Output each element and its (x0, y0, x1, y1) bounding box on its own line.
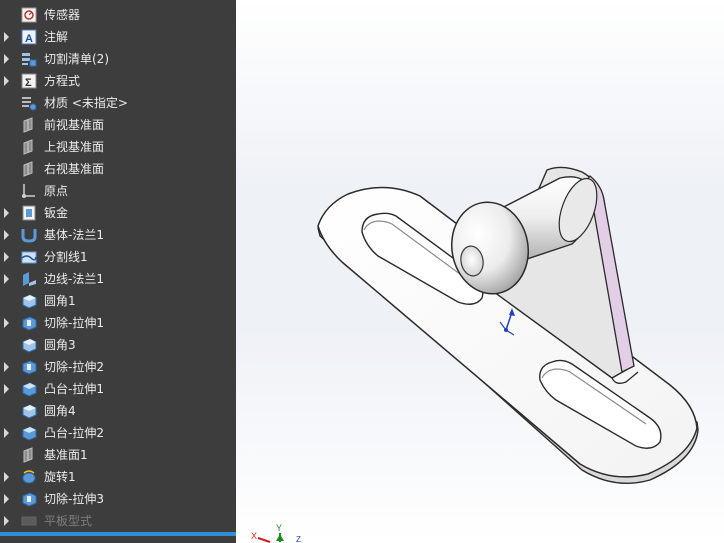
expand-arrow-icon[interactable] (4, 252, 9, 262)
expand-arrow-icon[interactable] (4, 274, 9, 284)
tree-item-3[interactable]: 切割清单(2) (0, 48, 236, 70)
cut-list-icon (21, 51, 37, 67)
tree-item-label: 传感器 (44, 8, 81, 22)
expand-arrow-icon[interactable] (4, 428, 9, 438)
sheet-metal-icon (21, 205, 37, 221)
tree-item-21[interactable]: 基准面1 (0, 444, 236, 466)
fillet-icon (21, 403, 37, 419)
tree-item-13[interactable]: 边线-法兰1 (0, 268, 236, 290)
cut-extrude-icon (21, 359, 37, 375)
fillet-icon (21, 337, 37, 353)
sensor-icon (21, 7, 37, 23)
sheet-metal-part-model[interactable] (236, 0, 724, 543)
tree-item-label: 切除-拉伸1 (44, 316, 104, 330)
cut-extrude-icon (21, 491, 37, 507)
tree-item-19[interactable]: 圆角4 (0, 400, 236, 422)
tree-item-label: 上视基准面 (44, 140, 105, 154)
tree-item-18[interactable]: 凸台-拉伸1 (0, 378, 236, 400)
base-flange-icon (21, 227, 37, 243)
tree-item-24[interactable]: 平板型式 (0, 510, 236, 532)
tree-item-label: 材质 <未指定> (44, 96, 128, 110)
flat-pattern-icon (21, 513, 37, 529)
expand-arrow-icon[interactable] (4, 494, 9, 504)
tree-item-12[interactable]: 分割线1 (0, 246, 236, 268)
tree-item-15[interactable]: 切除-拉伸1 (0, 312, 236, 334)
expand-arrow-icon[interactable] (4, 318, 9, 328)
plane-icon (21, 447, 37, 463)
tree-item-label: 圆角3 (44, 338, 76, 352)
equation-icon: Σ (21, 73, 37, 89)
view-triad[interactable]: X Y Z (250, 522, 310, 543)
tree-item-label: 原点 (44, 184, 69, 198)
tree-item-label: 切除-拉伸2 (44, 360, 104, 374)
cut-extrude-icon (21, 315, 37, 331)
material-icon (21, 95, 37, 111)
tree-item-label: 基体-法兰1 (44, 228, 104, 242)
triad-y-label: Y (276, 523, 282, 533)
plane-icon (21, 139, 37, 155)
expand-arrow-icon[interactable] (4, 230, 9, 240)
plane-icon (21, 161, 37, 177)
expand-arrow-icon[interactable] (4, 362, 9, 372)
svg-text:Σ: Σ (25, 77, 32, 89)
tree-item-label: 钣金 (44, 206, 69, 220)
expand-arrow-icon[interactable] (4, 54, 9, 64)
expand-arrow-icon[interactable] (4, 76, 9, 86)
expand-arrow-icon[interactable] (4, 384, 9, 394)
tree-scroll-indicator[interactable] (0, 532, 236, 536)
svg-text:A: A (25, 33, 33, 45)
tree-item-11[interactable]: 基体-法兰1 (0, 224, 236, 246)
tree-item-label: 凸台-拉伸2 (44, 426, 104, 440)
graphics-viewport[interactable]: X Y Z (236, 0, 724, 543)
tree-item-label: 分割线1 (44, 250, 88, 264)
tree-item-label: 方程式 (44, 74, 81, 88)
tree-item-23[interactable]: 切除-拉伸3 (0, 488, 236, 510)
fillet-icon (21, 293, 37, 309)
split-line-icon (21, 249, 37, 265)
tree-item-10[interactable]: 钣金 (0, 202, 236, 224)
tree-item-7[interactable]: 上视基准面 (0, 136, 236, 158)
expand-arrow-icon[interactable] (4, 208, 9, 218)
tree-item-label: 注解 (44, 30, 69, 44)
annotation-icon: A (21, 29, 37, 45)
origin-icon (21, 183, 37, 199)
tree-item-22[interactable]: 旋转1 (0, 466, 236, 488)
tree-item-label: 切除-拉伸3 (44, 492, 104, 506)
expand-arrow-icon[interactable] (4, 472, 9, 482)
feature-manager-tree: 传感器 A 注解切割清单(2) Σ 方程式材质 <未指定> 前视基准面上视基准面右视基准面… (0, 0, 236, 543)
tree-item-1[interactable]: 传感器 (0, 4, 236, 26)
tree-item-label: 右视基准面 (44, 162, 105, 176)
tree-item-9[interactable]: 原点 (0, 180, 236, 202)
tree-item-16[interactable]: 圆角3 (0, 334, 236, 356)
tree-item-label: 圆角1 (44, 294, 76, 308)
tree-item-label: 边线-法兰1 (44, 272, 104, 286)
tree-item-label: 切割清单(2) (44, 52, 109, 66)
tree-item-8[interactable]: 右视基准面 (0, 158, 236, 180)
tree-item-label: 前视基准面 (44, 118, 105, 132)
tree-item-14[interactable]: 圆角1 (0, 290, 236, 312)
triad-z-label: Z (296, 535, 301, 543)
expand-arrow-icon[interactable] (4, 32, 9, 42)
boss-extrude-icon (21, 425, 37, 441)
plane-icon (21, 117, 37, 133)
revolve-icon (21, 469, 37, 485)
edge-flange-icon (21, 271, 37, 287)
triad-x-label: X (251, 531, 257, 541)
tree-item-2[interactable]: A 注解 (0, 26, 236, 48)
tree-item-5[interactable]: 材质 <未指定> (0, 92, 236, 114)
tree-item-label: 凸台-拉伸1 (44, 382, 104, 396)
expand-arrow-icon[interactable] (4, 516, 9, 526)
tree-item-label: 旋转1 (44, 470, 76, 484)
tree-item-20[interactable]: 凸台-拉伸2 (0, 422, 236, 444)
tree-item-label: 基准面1 (44, 448, 88, 462)
tree-item-4[interactable]: Σ 方程式 (0, 70, 236, 92)
tree-item-label: 圆角4 (44, 404, 76, 418)
tree-item-label: 平板型式 (44, 514, 93, 528)
tree-item-17[interactable]: 切除-拉伸2 (0, 356, 236, 378)
boss-extrude-icon (21, 381, 37, 397)
tree-item-6[interactable]: 前视基准面 (0, 114, 236, 136)
